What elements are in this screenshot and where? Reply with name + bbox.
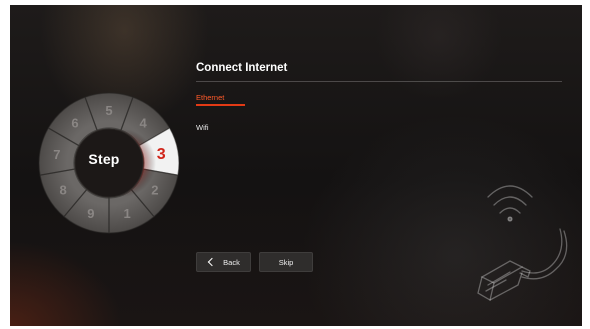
skip-button-label: Skip xyxy=(278,257,294,267)
step-number-5: 5 xyxy=(105,103,112,118)
step-number-1: 1 xyxy=(124,206,131,221)
page-title: Connect Internet xyxy=(196,62,288,74)
title-divider xyxy=(196,81,562,82)
back-button[interactable]: Back xyxy=(196,252,251,272)
option-wifi[interactable]: Wifi xyxy=(196,123,209,132)
wifi-ethernet-illustration-icon xyxy=(477,185,568,302)
skip-button[interactable]: Skip xyxy=(259,252,313,272)
current-step-number: 3 xyxy=(157,146,166,163)
option-ethernet[interactable]: Ethernet xyxy=(196,93,224,102)
step-number-9: 9 xyxy=(87,206,94,221)
step-number-2: 2 xyxy=(151,183,158,198)
step-number-6: 6 xyxy=(71,115,78,130)
setup-screen: 5 4 3 2 1 9 8 7 6 Step Connect Internet Ethernet… xyxy=(10,5,582,326)
back-arrow-icon xyxy=(207,257,217,267)
step-number-4: 4 xyxy=(139,115,147,130)
option-ethernet-underline xyxy=(196,104,245,106)
wheel-center-label: Step xyxy=(88,151,120,167)
back-button-label: Back xyxy=(223,257,240,267)
step-number-7: 7 xyxy=(53,147,60,162)
step-number-8: 8 xyxy=(59,183,66,198)
